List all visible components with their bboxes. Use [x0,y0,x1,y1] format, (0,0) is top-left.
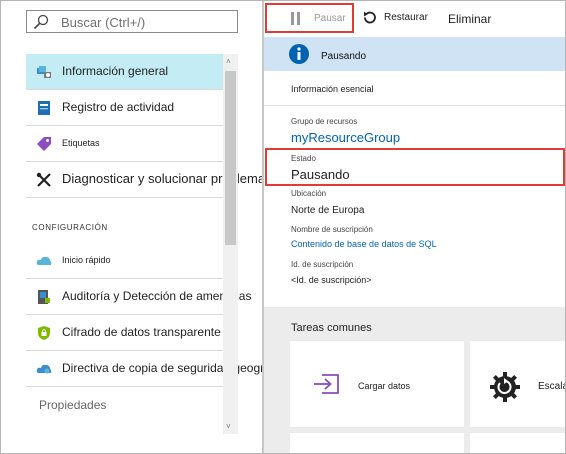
delete-button[interactable]: Eliminar [448,3,518,33]
pause-label: Pausar [314,13,346,24]
sidebar-item-geo-backup[interactable]: Directiva de copia de seguridad geográfi… [26,351,289,387]
command-bar: Pausar Restaurar Eliminar [264,1,565,35]
sidebar-item-label: Información general [62,64,169,78]
sidebar-item-properties[interactable]: Propiedades [39,398,106,412]
sidebar-item-tags[interactable]: Etiquetas [26,126,238,162]
state-value: Pausando [291,167,350,182]
sidebar-item-quickstart[interactable]: Inicio rápido [26,243,238,279]
search-input[interactable]: Buscar (Ctrl+/) [61,15,145,30]
subscription-id-label: Id. de suscripción [291,260,354,269]
load-data-icon [314,374,339,394]
load-data-tile[interactable]: Cargar datos [290,341,464,427]
sidebar-item-label: Directiva de copia de seguridad geográfi… [62,361,290,375]
restore-button[interactable]: Restaurar [360,3,440,33]
activity-log-icon [38,101,50,115]
sidebar-item-overview[interactable]: Información general [26,54,238,90]
restore-label: Restaurar [384,12,428,23]
search-icon [33,14,49,30]
sidebar-item-label: Cifrado de datos transparente [62,325,221,339]
shield-lock-icon [38,326,50,340]
audit-icon [38,290,50,304]
sidebar-item-activity-log[interactable]: Registro de actividad [26,90,238,126]
sidebar-item-label: Diagnosticar y solucionar problemas [62,171,272,186]
load-data-label: Cargar datos [358,381,411,391]
info-icon [289,44,309,64]
sidebar-item-diagnose[interactable]: Diagnosticar y solucionar problemas [26,162,272,198]
sidebar-item-label: Etiquetas [62,138,100,148]
task-tile[interactable] [290,433,464,453]
wrench-icon [36,172,51,187]
sidebar-item-audit[interactable]: Auditoría y Detección de amenazas [26,279,251,315]
common-tasks-title: Tareas comunes [291,322,372,334]
divider [264,105,565,106]
subscription-name-link[interactable]: Contenido de base de datos de SQL [291,239,437,249]
subscription-id-value: <Id. de suscripción> [291,275,372,285]
search-box[interactable]: Buscar (Ctrl+/) [26,10,238,33]
section-header-configuration: CONFIGURACIÓN [32,223,108,232]
resource-group-link[interactable]: myResourceGroup [291,130,400,145]
cloud-backup-icon [36,364,52,374]
scale-gear-icon [490,372,520,402]
left-menu-pane: Buscar (Ctrl+/) Información general Regi… [1,1,289,453]
scrollbar-thumb[interactable] [225,71,236,245]
sidebar-item-label: Inicio rápido [62,255,111,265]
chevron-down-icon[interactable]: ˅ [226,422,231,431]
status-banner: Pausando [264,37,565,71]
subscription-name-label: Nombre de suscripción [291,225,373,234]
essentials-header[interactable]: Información esencial [291,84,374,94]
sidebar-item-label: Registro de actividad [62,100,175,114]
location-value: Norte de Europa [291,205,365,216]
chevron-up-icon[interactable]: ˄ [226,57,231,66]
resource-blade: Pausar Restaurar Eliminar Pausando Infor… [264,1,565,453]
scale-label: Escala [538,381,565,392]
resource-group-label: Grupo de recursos [291,117,358,126]
task-tile[interactable] [470,433,565,453]
cloud-quickstart-icon [36,256,52,265]
sidebar-scrollbar[interactable]: ˄ ˅ [223,54,238,434]
delete-label: Eliminar [448,12,492,26]
restore-icon [364,11,376,24]
scale-tile[interactable]: Escala [470,341,565,427]
sidebar-item-encryption[interactable]: Cifrado de datos transparente [26,315,238,351]
pause-icon [291,12,300,25]
state-label: Estado [291,154,316,163]
location-label: Ubicación [291,189,327,198]
pause-button[interactable]: Pausar [265,3,354,33]
tag-icon [37,137,51,151]
status-text: Pausando [321,51,367,62]
overview-icon [37,66,51,78]
common-tasks-section: Tareas comunes Cargar datos Escal [264,307,565,453]
